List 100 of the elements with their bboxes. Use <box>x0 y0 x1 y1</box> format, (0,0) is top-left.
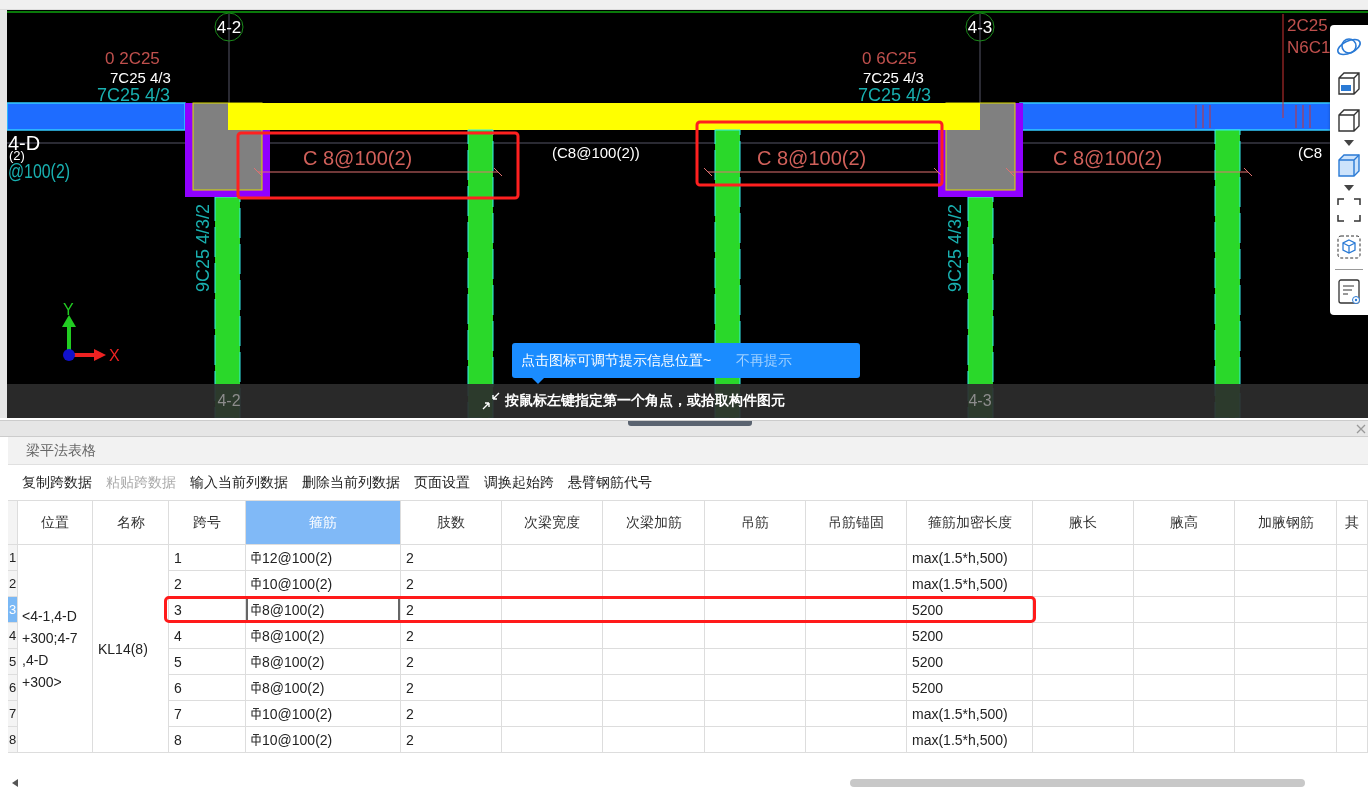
list-view-icon[interactable] <box>1335 278 1363 305</box>
rebar-grade-icon <box>251 707 261 720</box>
stirrup-label: C 8@100(2) <box>1053 147 1163 169</box>
table-cell: 2 <box>401 675 502 701</box>
rebar-label: 7C25 4/3 <box>863 69 924 86</box>
table-cell: 5200 <box>907 649 1033 675</box>
row-number[interactable]: 8 <box>8 727 18 753</box>
toolbar-button[interactable]: 删除当前列数据 <box>302 473 400 492</box>
rebar-label: 7C25 4/3 <box>97 85 171 105</box>
grid-label: 4-2 <box>217 392 241 410</box>
table-cell <box>1337 571 1368 597</box>
rebar-grade-icon <box>251 551 261 564</box>
table-cell: 2 <box>401 597 502 623</box>
column-header[interactable]: 次梁加筋 <box>603 501 705 545</box>
toolbar-button[interactable]: 复制跨数据 <box>22 473 92 492</box>
panel-title: 梁平法表格 <box>26 441 96 460</box>
column-header[interactable]: 其 <box>1337 501 1368 545</box>
shaded-cube-icon[interactable] <box>1335 152 1363 179</box>
column-header[interactable]: 位置 <box>18 501 93 545</box>
stirrup-label: C 8@100(2) <box>757 147 867 169</box>
fullscreen-icon[interactable] <box>1335 197 1363 224</box>
table-cell: 2 <box>401 571 502 597</box>
table-cell: max(1.5*h,500) <box>907 727 1033 753</box>
row-number[interactable]: 2 <box>8 571 18 597</box>
column-header[interactable]: 次梁宽度 <box>502 501 603 545</box>
column-header[interactable]: 名称 <box>93 501 169 545</box>
rebar-label: 0 2C25 <box>105 49 160 68</box>
stirrup-label: C 8@100(2) <box>303 147 413 169</box>
rebar-grade-icon <box>251 603 261 616</box>
table-cell <box>1337 675 1368 701</box>
table-cell: max(1.5*h,500) <box>907 701 1033 727</box>
rebar-grade-icon <box>251 655 261 668</box>
dashed-cube-icon[interactable] <box>1335 234 1363 261</box>
axis-label: Y <box>63 301 74 318</box>
scroll-left-icon[interactable] <box>12 779 18 787</box>
table-cell: 5200 <box>907 675 1033 701</box>
table-cell: 5200 <box>907 623 1033 649</box>
column-header[interactable]: 腋高 <box>1134 501 1235 545</box>
table-cell: max(1.5*h,500) <box>907 571 1033 597</box>
prompt-text: 按鼠标左键指定第一个角点，或拾取构件图元 <box>504 392 785 410</box>
axis-label: X <box>109 347 120 364</box>
table-cell: 3 <box>169 597 246 623</box>
table-cell: 6 <box>169 675 246 701</box>
table-cell: 2 <box>401 623 502 649</box>
stirrup-spec: 8@100(2) <box>262 653 325 670</box>
table-cell: max(1.5*h,500) <box>907 545 1033 571</box>
stirrup-spec: 10@100(2) <box>262 575 333 592</box>
grid-bubble: 4-3 <box>965 12 995 42</box>
table-cell <box>1337 597 1368 623</box>
rebar-grade-icon <box>251 733 261 746</box>
toolbar-button[interactable]: 调换起始跨 <box>484 473 554 492</box>
cube-icon[interactable] <box>1335 107 1363 134</box>
column-label: 9C25 4/3/2 <box>193 203 213 292</box>
rebar-grade-icon <box>251 681 261 694</box>
rebar-label: 7C25 4/3 <box>858 85 932 105</box>
column-header[interactable]: 吊筋 <box>705 501 806 545</box>
column-header[interactable]: 箍筋加密长度 <box>907 501 1033 545</box>
rebar-label: 2C25 <box>1287 16 1328 35</box>
row-number[interactable]: 4 <box>8 623 18 649</box>
rebar-label: 0 6C25 <box>862 49 917 68</box>
grid-label: 4-3 <box>968 392 992 410</box>
table-cell: 2 <box>401 649 502 675</box>
table-cell: 2 <box>401 545 502 571</box>
scrollbar-thumb[interactable] <box>850 779 1305 787</box>
row-number[interactable]: 1 <box>8 545 18 571</box>
table-cell: 1 <box>169 545 246 571</box>
rebar-grade-icon <box>251 577 261 590</box>
column-header[interactable]: 腋长 <box>1033 501 1134 545</box>
toolbar-button[interactable]: 输入当前列数据 <box>190 473 288 492</box>
row-number[interactable]: 5 <box>8 649 18 675</box>
row-number[interactable]: 7 <box>8 701 18 727</box>
table-cell <box>1337 649 1368 675</box>
toolbar-button[interactable]: 悬臂钢筋代号 <box>568 473 652 492</box>
column-header[interactable]: 吊筋锚固 <box>806 501 907 545</box>
stirrup-spec: 12@100(2) <box>262 549 333 566</box>
row-number[interactable]: 6 <box>8 675 18 701</box>
stirrup-spec: 10@100(2) <box>262 705 333 722</box>
stirrup-label: (C8@100(2)) <box>552 144 640 161</box>
caret-icon[interactable] <box>1344 140 1354 146</box>
stirrup-spec: 8@100(2) <box>262 679 325 696</box>
rebar-grade-icon <box>251 629 261 642</box>
table-cell: 5200 <box>907 597 1033 623</box>
caret-icon[interactable] <box>1344 185 1354 191</box>
shrink-arrows-icon <box>480 392 501 410</box>
table-cell <box>1337 701 1368 727</box>
toolbar-button[interactable]: 页面设置 <box>414 473 470 492</box>
column-header[interactable]: 加腋钢筋 <box>1235 501 1337 545</box>
stirrup-spec: 8@100(2) <box>262 627 325 644</box>
column-header[interactable]: 肢数 <box>401 501 502 545</box>
rebar-label: N6C1 <box>1287 38 1331 57</box>
table-cell: 8 <box>169 727 246 753</box>
splitter-handle[interactable] <box>628 421 752 426</box>
table-cell <box>1337 545 1368 571</box>
table-cell: 4 <box>169 623 246 649</box>
stirrup-label: (C8 <box>1298 144 1323 161</box>
table-cell <box>1337 727 1368 753</box>
table-cell: 2 <box>401 701 502 727</box>
stirrup-spec: 10@100(2) <box>262 731 333 748</box>
table-cell: 2 <box>401 727 502 753</box>
cube-3d-icon[interactable] <box>1335 70 1363 97</box>
